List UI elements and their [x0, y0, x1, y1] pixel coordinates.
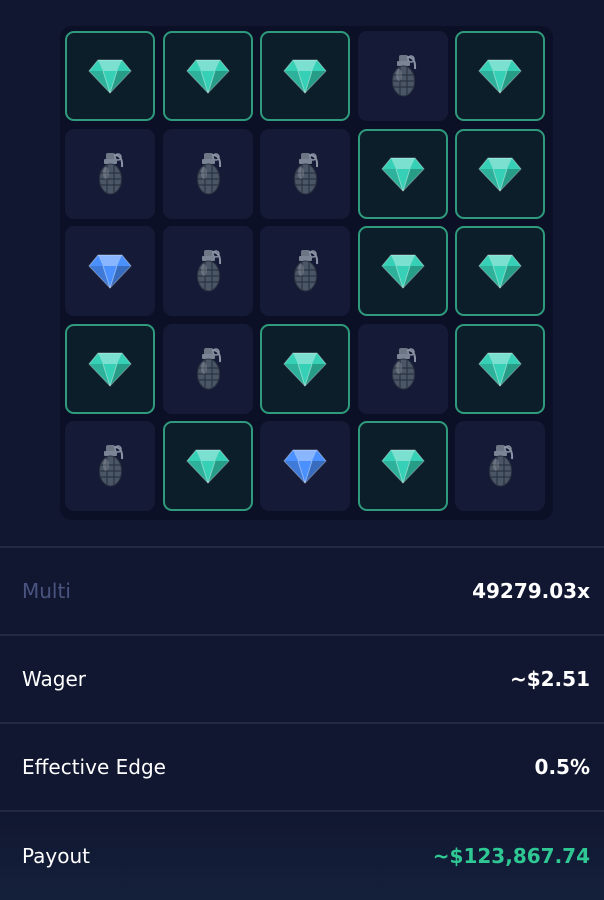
green-gem-icon: [283, 351, 327, 387]
stats-panel: Multi 49279.03x Wager ~$2.51 Effective E…: [0, 546, 604, 900]
tile-r3-c1[interactable]: [65, 226, 155, 316]
tile-r2-c3[interactable]: [260, 128, 350, 219]
grenade-icon: [290, 151, 320, 197]
tile-r4-c5[interactable]: [455, 323, 545, 414]
tile-r1-c4[interactable]: [357, 31, 448, 121]
tile-r4-c4[interactable]: [357, 323, 448, 414]
multi-row: Multi 49279.03x: [0, 546, 604, 634]
game-area: [0, 0, 604, 546]
grenade-icon: [290, 248, 320, 294]
mines-board: [60, 26, 553, 520]
tile-r1-c1[interactable]: [65, 31, 155, 121]
green-gem-icon: [478, 253, 522, 289]
multi-label: Multi: [22, 579, 71, 603]
payout-row: Payout ~$123,867.74: [0, 810, 604, 900]
multi-value: 49279.03x: [472, 579, 590, 603]
tile-r4-c3[interactable]: [260, 323, 350, 414]
green-gem-icon: [380, 448, 425, 484]
edge-label: Effective Edge: [22, 755, 166, 779]
grenade-icon: [388, 53, 418, 99]
tile-r2-c5[interactable]: [455, 128, 545, 219]
green-gem-icon: [283, 58, 327, 94]
tile-r5-c2[interactable]: [162, 421, 253, 511]
grenade-icon: [485, 443, 515, 489]
grenade-icon: [95, 443, 125, 489]
edge-row: Effective Edge 0.5%: [0, 722, 604, 810]
grenade-icon: [193, 248, 223, 294]
green-gem-icon: [380, 156, 425, 192]
wager-value: ~$2.51: [509, 667, 590, 691]
grenade-icon: [388, 346, 418, 392]
wager-label: Wager: [22, 667, 86, 691]
green-gem-icon: [478, 58, 522, 94]
green-gem-icon: [88, 58, 132, 94]
tile-r1-c2[interactable]: [162, 31, 253, 121]
blue-gem-icon: [88, 253, 132, 289]
tile-r3-c5[interactable]: [455, 226, 545, 316]
tile-r4-c1[interactable]: [65, 323, 155, 414]
tile-r2-c1[interactable]: [65, 128, 155, 219]
tile-r3-c4[interactable]: [357, 226, 448, 316]
tile-r3-c3[interactable]: [260, 226, 350, 316]
tile-r3-c2[interactable]: [162, 226, 253, 316]
green-gem-icon: [478, 156, 522, 192]
green-gem-icon: [478, 351, 522, 387]
payout-value: ~$123,867.74: [432, 844, 590, 868]
grenade-icon: [95, 151, 125, 197]
edge-value: 0.5%: [534, 755, 590, 779]
tile-r5-c5[interactable]: [455, 421, 545, 511]
blue-gem-icon: [283, 448, 327, 484]
grenade-icon: [193, 346, 223, 392]
green-gem-icon: [380, 253, 425, 289]
wager-row: Wager ~$2.51: [0, 634, 604, 722]
tile-r4-c2[interactable]: [162, 323, 253, 414]
green-gem-icon: [185, 448, 230, 484]
tile-r5-c1[interactable]: [65, 421, 155, 511]
payout-label: Payout: [22, 844, 91, 868]
tile-r5-c4[interactable]: [357, 421, 448, 511]
tile-r1-c5[interactable]: [455, 31, 545, 121]
grenade-icon: [193, 151, 223, 197]
tile-r5-c3[interactable]: [260, 421, 350, 511]
tile-r1-c3[interactable]: [260, 31, 350, 121]
tile-r2-c4[interactable]: [357, 128, 448, 219]
green-gem-icon: [185, 58, 230, 94]
green-gem-icon: [88, 351, 132, 387]
tile-r2-c2[interactable]: [162, 128, 253, 219]
